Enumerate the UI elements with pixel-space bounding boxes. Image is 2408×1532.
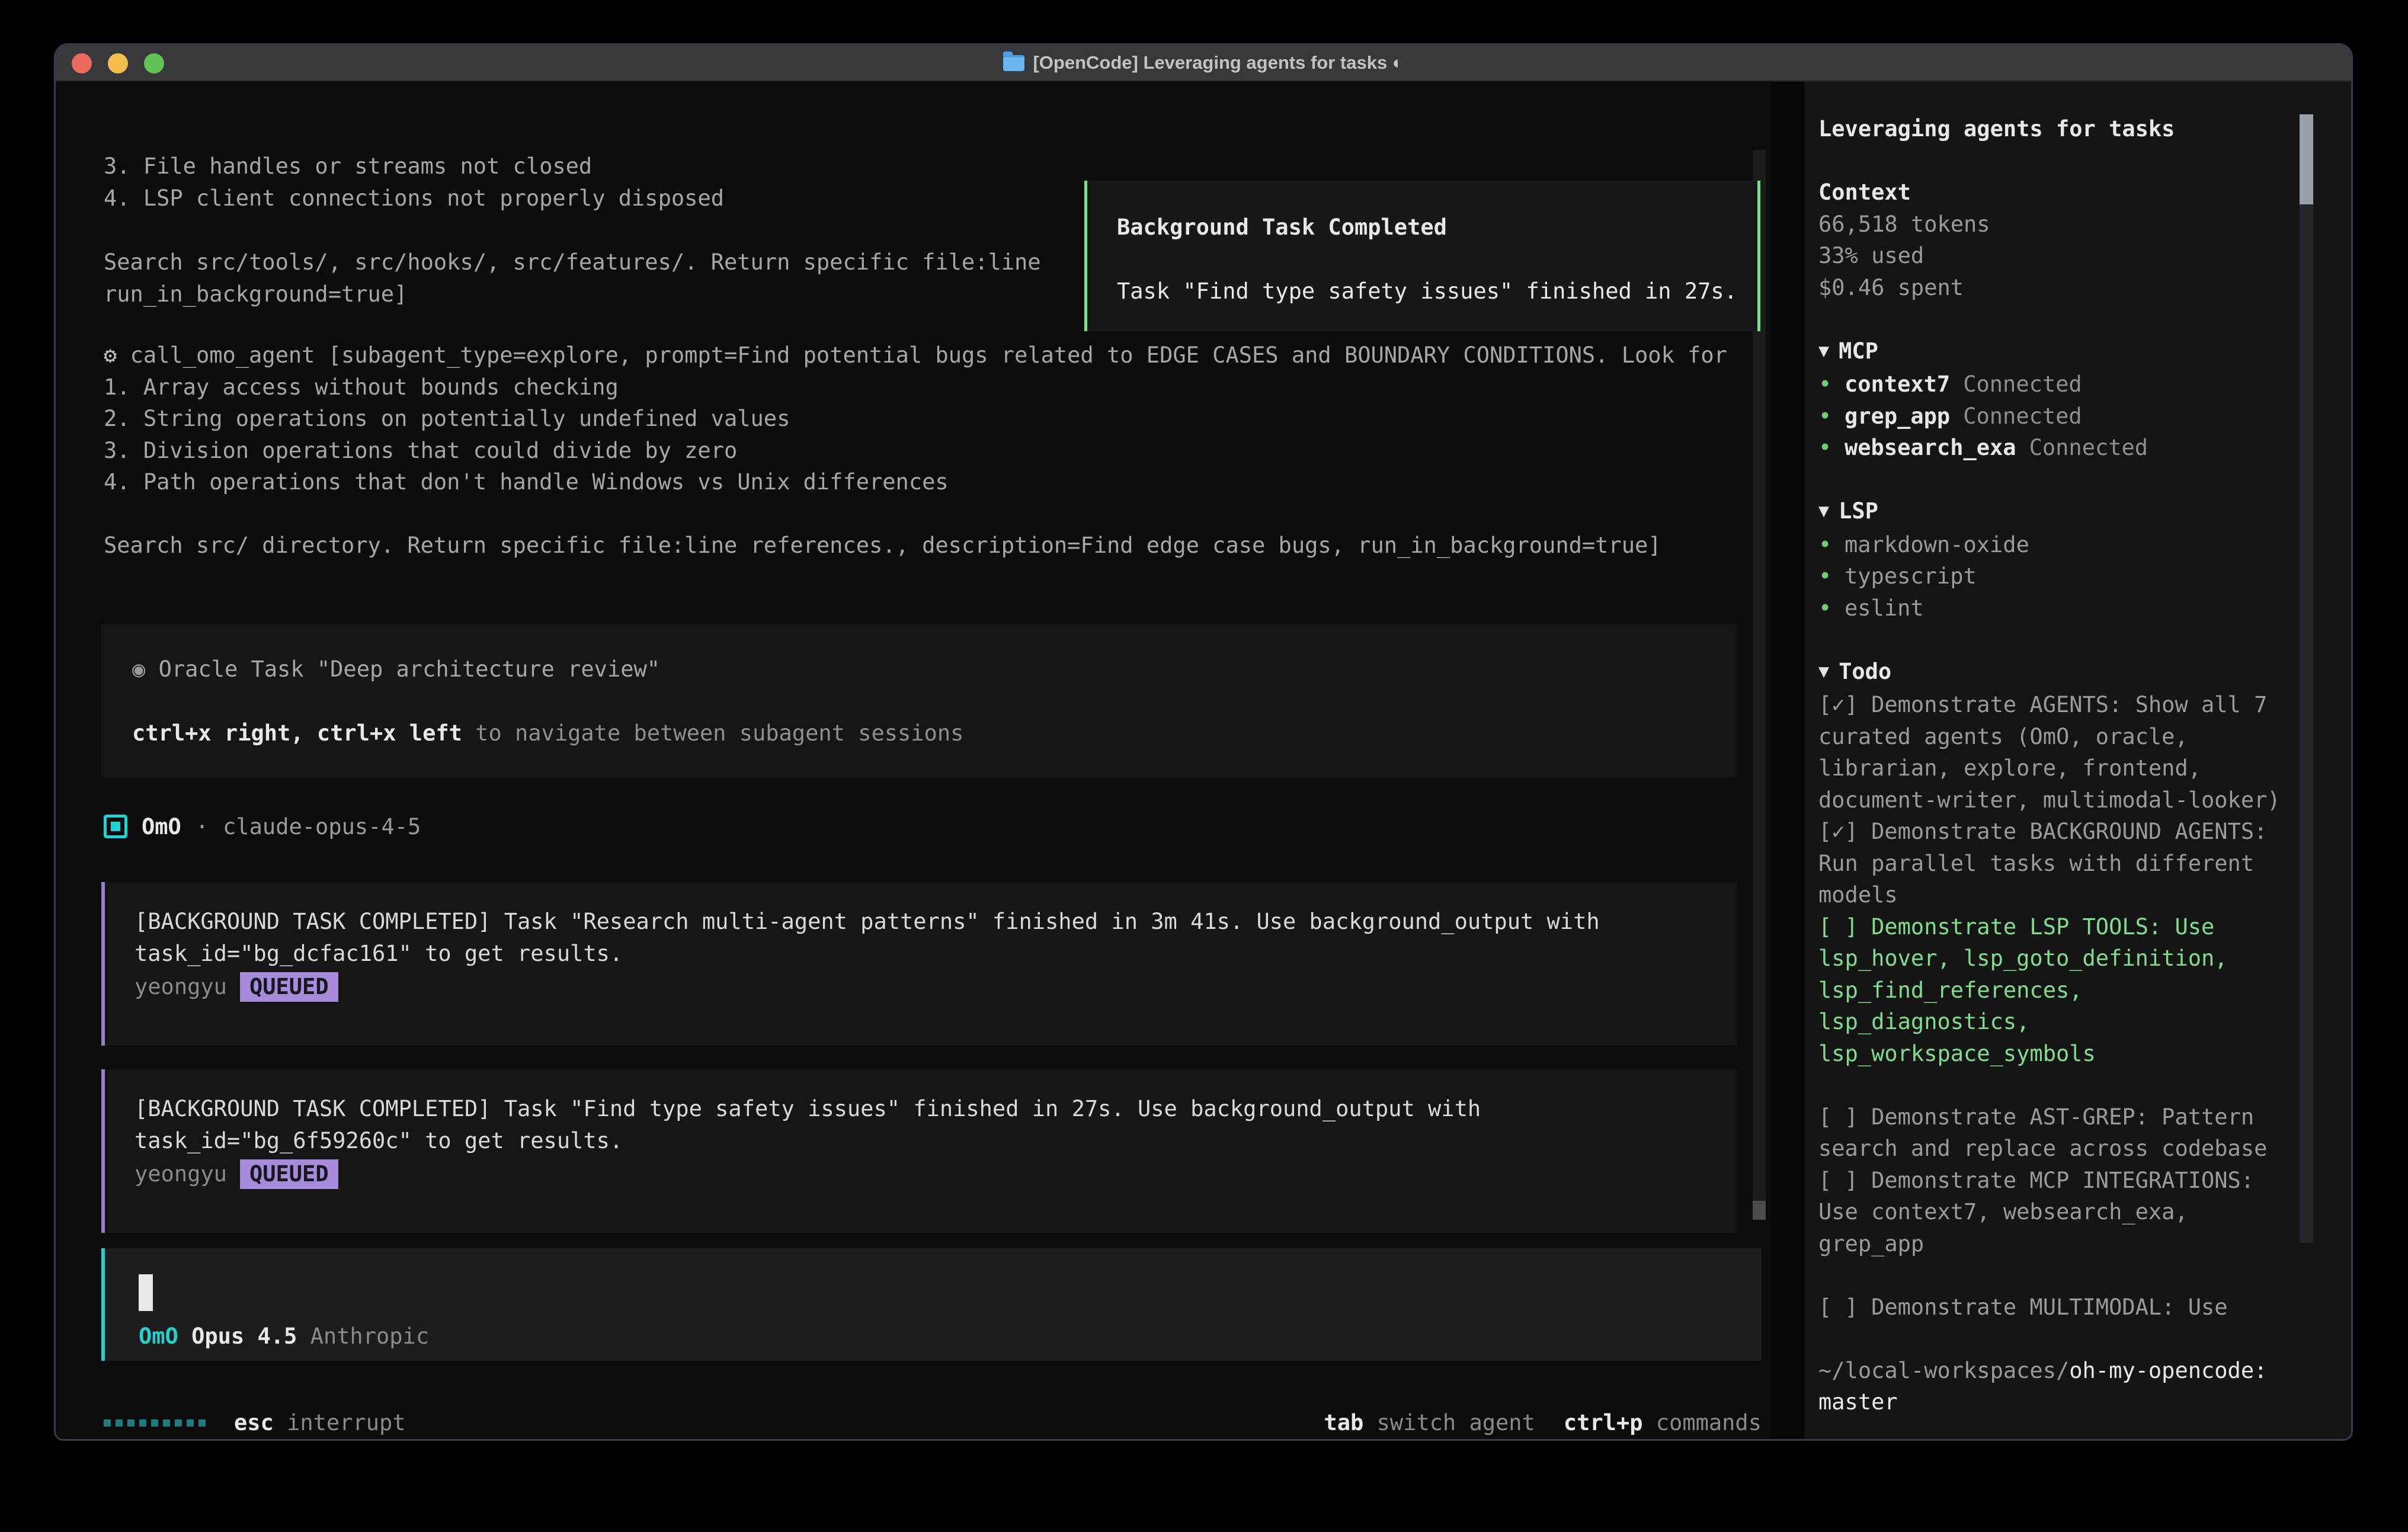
bullet-icon: • — [1818, 560, 1845, 592]
bullet-icon: • — [1818, 400, 1845, 432]
collapse-icon: ▼ — [1818, 335, 1829, 367]
oracle-task-header: ◉ Oracle Task "Deep architecture review" — [132, 653, 1737, 685]
message-background-task-2: [BACKGROUND TASK COMPLETED] Task "Find t… — [101, 1069, 1737, 1233]
session-title: Leveraging agents for tasks — [1818, 113, 2286, 145]
commands-hint[interactable]: ctrl+p commands — [1564, 1407, 1762, 1439]
activity-dots-icon — [104, 1419, 206, 1427]
esc-key-hint[interactable]: esc — [234, 1407, 274, 1439]
lsp-item-typescript: •typescript — [1818, 560, 2286, 592]
sidebar-scrollbar-thumb[interactable] — [2300, 114, 2313, 204]
message-background-task-1: [BACKGROUND TASK COMPLETED] Task "Resear… — [101, 882, 1737, 1046]
notification-body: Task "Find type safety issues" finished … — [1117, 275, 1757, 307]
interrupt-label: interrupt — [287, 1407, 405, 1439]
todo-item-lsp-tools: [ ] Demonstrate LSP TOOLS: Use lsp_hover… — [1818, 911, 2286, 1070]
mcp-item-grep-app: •grep_appConnected — [1818, 400, 2286, 432]
context-spent: $0.46 spent — [1818, 272, 2286, 304]
text-cursor — [139, 1274, 153, 1311]
opencode-window: [OpenCode] Leveraging agents for tasks ◐… — [54, 43, 2353, 1441]
message-author: yeongyu — [135, 1158, 227, 1190]
context-tokens: 66,518 tokens — [1818, 209, 2286, 241]
input-agent-row: OmO Opus 4.5 Anthropic — [139, 1321, 429, 1352]
workspace-path: ~/local-workspaces/oh-my-opencode: — [1818, 1355, 2286, 1387]
sidebar: Leveraging agents for tasks Context 66,5… — [1805, 82, 2351, 1439]
folder-icon — [1003, 55, 1024, 71]
context-used: 33% used — [1818, 240, 2286, 272]
todo-item-multimodal: [ ] Demonstrate MULTIMODAL: Use — [1818, 1291, 2286, 1323]
panel-divider — [1772, 82, 1805, 1439]
mcp-item-websearch-exa: •websearch_exaConnected — [1818, 432, 2286, 464]
oracle-hint-rest: to navigate between subagent sessions — [462, 720, 963, 746]
status-badge: QUEUED — [240, 1159, 338, 1189]
mcp-section-header[interactable]: ▼MCP — [1818, 335, 2286, 369]
lsp-section-header[interactable]: ▼LSP — [1818, 495, 2286, 529]
bullet-icon: • — [1818, 592, 1845, 624]
statusbar: esc interrupt tab switch agent ctrl+p co… — [104, 1407, 1762, 1439]
chat-scrollbar-thumb[interactable] — [1753, 1201, 1766, 1220]
agent-checkbox-icon — [104, 815, 127, 838]
todo-section-header[interactable]: ▼Todo — [1818, 656, 2286, 690]
titlebar: [OpenCode] Leveraging agents for tasks ◐ — [56, 45, 2351, 82]
collapse-icon: ▼ — [1818, 656, 1829, 688]
oracle-hint-keys: ctrl+x right, ctrl+x left — [132, 720, 462, 746]
scrollback-text: 3. File handles or streams not closed 4.… — [104, 150, 1041, 310]
input-provider: Anthropic — [310, 1323, 429, 1349]
workspace-branch: master — [1818, 1386, 2286, 1418]
esc-key-label — [274, 1407, 287, 1439]
todo-item-agents: [✓] Demonstrate AGENTS: Show all 7 curat… — [1818, 689, 2286, 816]
prompt-input[interactable]: OmO Opus 4.5 Anthropic — [101, 1248, 1762, 1361]
sidebar-scrollbar[interactable] — [2300, 114, 2313, 1243]
message-text: [BACKGROUND TASK COMPLETED] Task "Find t… — [135, 1093, 1737, 1157]
status-badge: QUEUED — [240, 972, 338, 1002]
close-button[interactable] — [72, 53, 92, 73]
lsp-item-eslint: •eslint — [1818, 592, 2286, 624]
notification-title: Background Task Completed — [1117, 211, 1757, 243]
collapse-icon: ▼ — [1818, 495, 1829, 527]
input-model[interactable]: Opus 4.5 — [191, 1323, 297, 1349]
message-text: [BACKGROUND TASK COMPLETED] Task "Resear… — [135, 906, 1737, 970]
message-author: yeongyu — [135, 971, 227, 1003]
bullet-icon: • — [1818, 368, 1845, 400]
tool-call-text: call_omo_agent [subagent_type=explore, p… — [104, 342, 1727, 558]
agent-separator: · — [196, 814, 209, 839]
agent-model: claude-opus-4-5 — [223, 814, 421, 839]
mcp-item-context7: •context7Connected — [1818, 368, 2286, 400]
todo-item-mcp-integrations: [ ] Demonstrate MCP INTEGRATIONS: Use co… — [1818, 1165, 2286, 1260]
minimize-button[interactable] — [108, 53, 128, 73]
switch-agent-hint[interactable]: tab switch agent — [1324, 1407, 1535, 1439]
context-heading: Context — [1818, 177, 2286, 209]
oracle-task-box[interactable]: ◉ Oracle Task "Deep architecture review"… — [101, 624, 1737, 777]
input-agent-name[interactable]: OmO — [139, 1323, 178, 1349]
oracle-icon: ◉ — [132, 656, 145, 682]
window-controls — [72, 53, 164, 73]
lsp-item-markdown-oxide: •markdown-oxide — [1818, 529, 2286, 561]
agent-header: OmO · claude-opus-4-5 — [104, 810, 421, 842]
tool-call-block: ⚙ call_omo_agent [subagent_type=explore,… — [104, 339, 1727, 562]
zoom-button[interactable] — [144, 53, 164, 73]
chat-panel: 3. File handles or streams not closed 4.… — [56, 82, 1772, 1439]
screen: [OpenCode] Leveraging agents for tasks ◐… — [0, 0, 2408, 1532]
gear-icon: ⚙ — [104, 342, 117, 368]
bullet-icon: • — [1818, 432, 1845, 464]
bullet-icon: • — [1818, 529, 1845, 561]
window-title: [OpenCode] Leveraging agents for tasks ◐ — [1033, 52, 1403, 73]
oracle-task-hint: ctrl+x right, ctrl+x left to navigate be… — [132, 717, 1737, 749]
todo-item-ast-grep: [ ] Demonstrate AST-GREP: Pattern search… — [1818, 1101, 2286, 1165]
background-task-notification: Background Task Completed Task "Find typ… — [1084, 181, 1760, 331]
todo-item-background-agents: [✓] Demonstrate BACKGROUND AGENTS: Run p… — [1818, 816, 2286, 911]
agent-name: OmO — [142, 814, 181, 839]
